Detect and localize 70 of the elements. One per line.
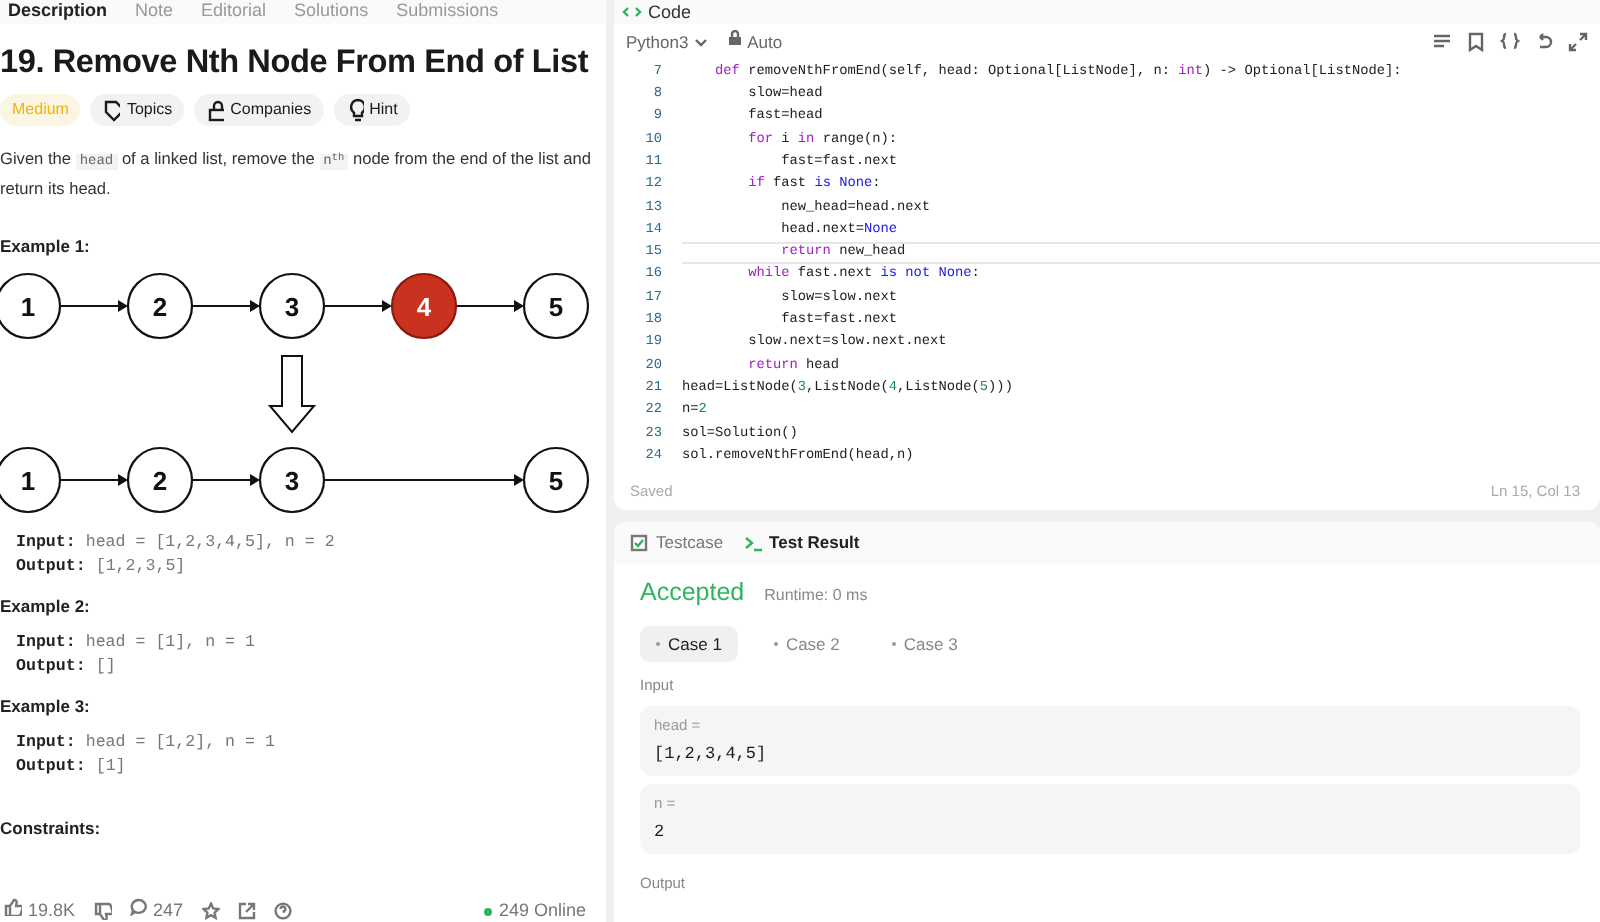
list-node: 3 <box>258 447 326 514</box>
problem-tab[interactable]: Note <box>135 0 174 24</box>
list-node: 5 <box>522 447 590 514</box>
format-icon[interactable] <box>1432 32 1452 53</box>
parameter-value: [1,2,3,4,5] <box>654 741 769 767</box>
comment-icon <box>129 897 148 916</box>
lightbulb-icon <box>345 98 364 123</box>
list-node: 1 <box>0 273 62 340</box>
list-node: 2 <box>126 447 194 514</box>
problem-tab[interactable]: Description <box>8 0 108 24</box>
terminal-icon <box>743 533 764 552</box>
help-icon <box>273 902 292 920</box>
example-input-text: Input: head = [1,2,3,4,5], n = 2 <box>16 532 337 557</box>
bookmark-icon[interactable] <box>1466 32 1486 53</box>
arrow <box>191 300 260 313</box>
case-tab[interactable]: Case 2 <box>757 625 856 663</box>
arrow <box>59 474 128 487</box>
thumbs-up-icon <box>4 897 22 916</box>
undo-icon[interactable] <box>1534 32 1554 53</box>
comments-button[interactable]: 247 <box>129 897 184 922</box>
list-node: 2 <box>126 273 194 340</box>
like-button[interactable]: 19.8K <box>4 897 76 922</box>
star-icon <box>201 902 220 920</box>
runtime: Runtime: 0 ms <box>764 583 868 608</box>
tag-chip[interactable]: Companies <box>194 94 324 127</box>
arrow <box>455 300 524 313</box>
example-input-text: Input: head = [1,2], n = 1 <box>16 731 277 756</box>
example-heading: Example 1: <box>0 234 92 261</box>
verdict: Accepted <box>640 575 745 610</box>
chevron-down-icon <box>693 38 708 49</box>
checkbox-icon <box>630 533 650 552</box>
down-arrow <box>267 355 317 434</box>
arrow <box>59 300 128 313</box>
case-tab[interactable]: Case 3 <box>875 625 974 663</box>
case-tab[interactable]: Case 1 <box>640 625 738 663</box>
problem-title: 19. Remove Nth Node From End of List <box>0 42 591 83</box>
online-count: 249 Online <box>484 897 586 922</box>
lock-icon <box>206 98 225 123</box>
tag-icon <box>102 98 121 123</box>
list-node: 4 <box>390 273 458 340</box>
constraints-heading: Constraints: <box>0 815 103 841</box>
example-input-text: Input: head = [1], n = 1 <box>16 631 257 656</box>
parameter-value: 2 <box>654 819 667 845</box>
tag-chip[interactable]: Hint <box>333 94 410 127</box>
problem-tab[interactable]: Solutions <box>294 0 369 24</box>
share-icon <box>237 902 256 920</box>
auto-mode-toggle[interactable]: Auto <box>727 30 783 56</box>
tag-chip[interactable]: Topics <box>90 94 185 127</box>
list-node: 5 <box>522 273 590 340</box>
panel-title: Code <box>648 1 692 23</box>
list-node: 3 <box>258 273 326 340</box>
problem-tab[interactable]: Editorial <box>201 0 267 24</box>
thumbs-down-icon <box>93 902 112 920</box>
example-heading: Example 3: <box>0 693 92 720</box>
example-heading: Example 2: <box>0 594 92 620</box>
example-output-text: Output: [1] <box>16 755 128 780</box>
difficulty-tag: Medium <box>0 94 81 127</box>
language-dropdown[interactable]: Python3 <box>626 30 708 56</box>
example-output-text: Output: [1,2,3,5] <box>16 556 188 581</box>
expand-icon[interactable] <box>1568 32 1588 53</box>
result-tab[interactable]: Testcase <box>630 530 724 556</box>
arrow <box>323 300 392 313</box>
result-tab[interactable]: Test Result <box>743 530 860 556</box>
arrow <box>191 474 260 487</box>
list-node: 1 <box>0 447 62 514</box>
code-icon <box>622 6 642 18</box>
lock-icon <box>727 30 742 46</box>
example-output-text: Output: [] <box>16 655 118 680</box>
braces-icon[interactable] <box>1500 32 1520 53</box>
problem-tab[interactable]: Submissions <box>396 0 499 24</box>
